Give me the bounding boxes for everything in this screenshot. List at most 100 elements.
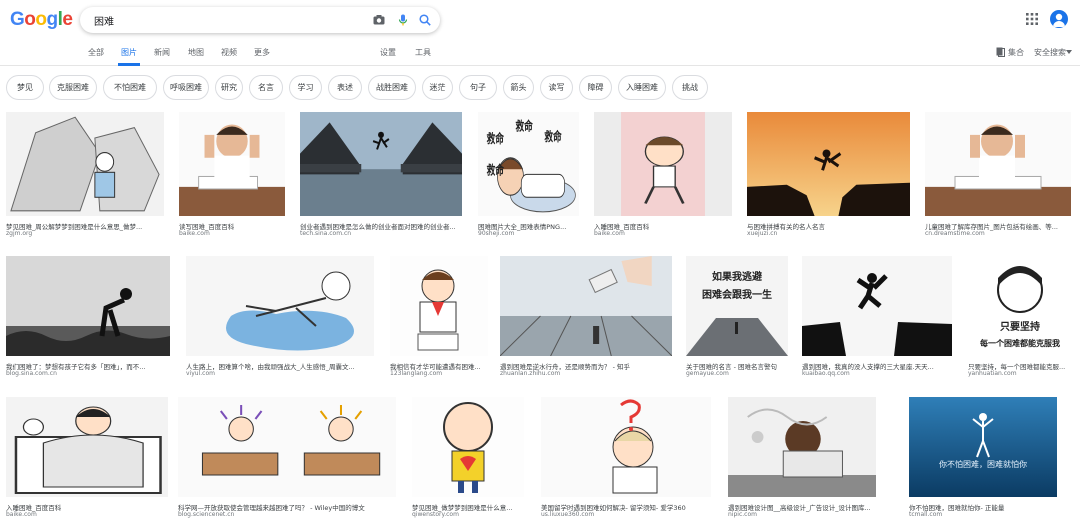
- tab-maps[interactable]: 地图: [188, 47, 204, 58]
- result-source[interactable]: blog.sciencenet.cn: [178, 511, 396, 518]
- image-result[interactable]: 读写困难_百度百科 baike.com: [179, 112, 285, 238]
- image-result[interactable]: 救命 救命 救命 救命 困难图片大全_困难表情PNG... 90sheji.com: [478, 112, 579, 238]
- image-result[interactable]: 我们困难了：梦想有孩子它有多「困难」，而不... blog.sina.com.cn: [6, 256, 170, 378]
- chip-4[interactable]: 呼吸困难: [163, 75, 209, 100]
- search-input[interactable]: [94, 11, 354, 29]
- result-source[interactable]: viyul.com: [186, 370, 374, 377]
- result-source[interactable]: tcmall.com: [909, 511, 1057, 518]
- result-source[interactable]: qiwenstory.com: [412, 511, 524, 518]
- image-result[interactable]: 梦见困难_周公解梦梦到困难是什么意思_做梦... zgjm.org: [6, 112, 164, 238]
- result-thumbnail[interactable]: [6, 256, 170, 356]
- tab-images[interactable]: 图片: [121, 47, 137, 58]
- chip-10[interactable]: 迷茫: [422, 75, 453, 100]
- image-result[interactable]: 入睡困难_百度百科 baike.com: [6, 397, 168, 519]
- logo-letter: o: [35, 9, 47, 30]
- image-result[interactable]: 遇到困难，我真的没人支撑的三大星座.天天... kuaibao.qq.com: [802, 256, 952, 378]
- result-source[interactable]: us.liuxue360.com: [541, 511, 711, 518]
- image-result[interactable]: 与困难拼搏有关的名人名言 xuejuzi.cn: [747, 112, 910, 238]
- result-thumbnail[interactable]: [412, 397, 524, 497]
- chevron-down-icon[interactable]: [1066, 50, 1072, 54]
- chip-9[interactable]: 战胜困难: [368, 75, 416, 100]
- image-result[interactable]: 遇到困难设计图__高级设计_广告设计_设计图库... nipic.com: [728, 397, 876, 519]
- image-result[interactable]: 美国留学时遇到困难如何解决- 留学须知- 爱学360 us.liuxue360.c…: [541, 397, 711, 519]
- result-source[interactable]: baike.com: [594, 230, 732, 237]
- image-result[interactable]: 创业者遇到困难是怎么做的创业者面对困难的创业者... tech.sina.com.…: [300, 112, 462, 238]
- chip-7[interactable]: 学习: [289, 75, 322, 100]
- chip-8[interactable]: 表述: [328, 75, 362, 100]
- image-result[interactable]: 人生路上，困难算个啥，由我顽强战大_人生感悟_周囊文... viyul.com: [186, 256, 374, 378]
- image-result[interactable]: 科学网—开放获取使会管理越来越困难了吗？ - Wiley中国的博文 blog.sc…: [178, 397, 396, 519]
- google-logo[interactable]: Google: [10, 9, 73, 31]
- result-thumbnail[interactable]: [500, 256, 672, 356]
- top-bar: Google: [0, 0, 1080, 40]
- tab-more[interactable]: 更多: [254, 47, 270, 58]
- result-thumbnail[interactable]: [6, 397, 168, 497]
- search-icon[interactable]: [418, 13, 432, 27]
- tab-news[interactable]: 新闻: [154, 47, 170, 58]
- chip-11[interactable]: 句子: [459, 75, 497, 100]
- image-result[interactable]: 你不怕困难，困难就怕你 你不怕困难，困难就怕你- 正能量 tcmall.com: [909, 397, 1057, 519]
- microphone-icon[interactable]: [396, 13, 410, 27]
- result-source[interactable]: 123langlang.com: [390, 370, 488, 377]
- result-thumbnail[interactable]: [925, 112, 1071, 216]
- result-thumbnail[interactable]: 救命 救命 救命 救命: [478, 112, 579, 216]
- image-result[interactable]: 我相信有才华可能遭遇有困难... 123langlang.com: [390, 256, 488, 378]
- result-source[interactable]: kuaibao.qq.com: [802, 370, 952, 377]
- result-thumbnail[interactable]: [541, 397, 711, 497]
- image-result[interactable]: 遇到困难是逆水行舟，还是顺势而为？ - 知乎 zhuanlan.zhihu.com: [500, 256, 672, 378]
- tab-all[interactable]: 全部: [88, 47, 104, 58]
- user-icon: [1053, 13, 1065, 27]
- apps-grid-icon[interactable]: [1026, 13, 1038, 25]
- result-thumbnail[interactable]: 你不怕困难，困难就怕你: [909, 397, 1057, 497]
- result-source[interactable]: baike.com: [179, 230, 285, 237]
- collections-icon[interactable]: [996, 47, 1005, 57]
- result-source[interactable]: yanhuatian.com: [968, 370, 1072, 377]
- result-thumbnail[interactable]: [179, 112, 285, 216]
- result-source[interactable]: gemayue.com: [686, 370, 788, 377]
- image-result[interactable]: 入睡困难_百度百科 baike.com: [594, 112, 732, 238]
- result-thumbnail[interactable]: [6, 112, 164, 216]
- result-source[interactable]: cn.dreamstime.com: [925, 230, 1071, 237]
- chip-2[interactable]: 克服困难: [49, 75, 97, 100]
- result-thumbnail[interactable]: [186, 256, 374, 356]
- result-thumbnail[interactable]: 如果我逃避 困难会跟我一生: [686, 256, 788, 356]
- result-source[interactable]: 90sheji.com: [478, 230, 579, 237]
- image-result[interactable]: Z Z只要坚持每一个困难都能克服我只要坚持，每一个困难都能克服...yanhua…: [968, 256, 1072, 378]
- tab-settings[interactable]: 设置: [380, 47, 396, 58]
- chip-3[interactable]: 不怕困难: [103, 75, 157, 100]
- result-source[interactable]: zhuanlan.zhihu.com: [500, 370, 672, 377]
- image-result[interactable]: 梦见困难_做梦梦到困难是什么意... qiwenstory.com: [412, 397, 524, 519]
- result-thumbnail[interactable]: [390, 256, 488, 356]
- result-thumbnail[interactable]: [747, 112, 910, 216]
- result-source[interactable]: zgjm.org: [6, 230, 164, 237]
- result-thumbnail[interactable]: [300, 112, 462, 216]
- collections-link[interactable]: 集合: [1008, 47, 1024, 58]
- result-thumbnail[interactable]: Z Z只要坚持每一个困难都能克服我: [968, 256, 1072, 356]
- result-source[interactable]: blog.sina.com.cn: [6, 370, 170, 377]
- image-result[interactable]: 如果我逃避 困难会跟我一生 关于困难的名言 - 困难名言警句 gemayue.com: [686, 256, 788, 378]
- chip-5[interactable]: 研究: [215, 75, 243, 100]
- chip-16[interactable]: 挑战: [672, 75, 708, 100]
- tab-videos[interactable]: 视频: [221, 47, 237, 58]
- result-thumbnail[interactable]: [178, 397, 396, 497]
- image-text: 救命: [516, 119, 534, 134]
- result-source[interactable]: baike.com: [6, 511, 168, 518]
- image-result[interactable]: 儿童困难了解库存图片_图片包括有绘画、等... cn.dreamstime.com: [925, 112, 1071, 238]
- camera-icon[interactable]: [372, 13, 386, 27]
- chip-13[interactable]: 读写: [540, 75, 573, 100]
- account-avatar[interactable]: [1050, 10, 1068, 28]
- chip-14[interactable]: 障碍: [579, 75, 612, 100]
- chip-15[interactable]: 入睡困难: [618, 75, 666, 100]
- tab-tools[interactable]: 工具: [415, 47, 431, 58]
- result-thumbnail[interactable]: [594, 112, 732, 216]
- safesearch-toggle[interactable]: 安全搜索: [1034, 47, 1066, 58]
- chip-12[interactable]: 箭头: [503, 75, 534, 100]
- chip-1[interactable]: 梦见: [6, 75, 44, 100]
- result-thumbnail[interactable]: [802, 256, 952, 356]
- image-text: 只要坚持: [1000, 320, 1040, 333]
- result-source[interactable]: xuejuzi.cn: [747, 230, 910, 237]
- result-source[interactable]: nipic.com: [728, 511, 876, 518]
- result-source[interactable]: tech.sina.com.cn: [300, 230, 462, 237]
- result-thumbnail[interactable]: [728, 397, 876, 497]
- chip-6[interactable]: 名言: [249, 75, 283, 100]
